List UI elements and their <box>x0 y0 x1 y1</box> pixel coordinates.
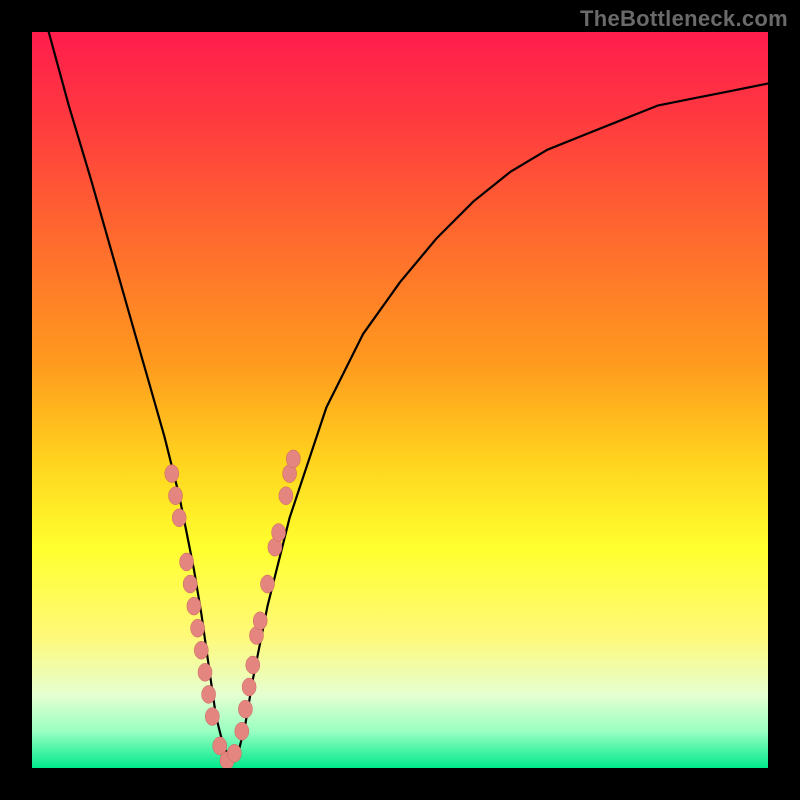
right-branch-point <box>279 487 293 505</box>
left-branch-point <box>180 553 194 571</box>
left-branch-point <box>198 663 212 681</box>
right-branch-point <box>235 722 249 740</box>
right-branch-point <box>242 678 256 696</box>
left-branch-point <box>172 509 186 527</box>
right-branch-point <box>238 700 252 718</box>
left-branch-point <box>202 685 216 703</box>
plot-area <box>32 32 768 768</box>
right-branch-point <box>286 450 300 468</box>
left-branch-point <box>187 597 201 615</box>
left-branch-point <box>194 641 208 659</box>
right-branch-point <box>253 612 267 630</box>
chart-frame: TheBottleneck.com <box>0 0 800 800</box>
data-markers <box>165 450 300 768</box>
watermark-text: TheBottleneck.com <box>580 6 788 32</box>
valley-point <box>227 744 241 762</box>
left-branch-point <box>169 487 183 505</box>
left-branch-point <box>205 708 219 726</box>
right-branch-point <box>246 656 260 674</box>
left-branch-point <box>183 575 197 593</box>
left-branch-point <box>165 465 179 483</box>
right-branch-point <box>261 575 275 593</box>
bottleneck-curve <box>32 32 768 761</box>
left-branch-point <box>191 619 205 637</box>
curve-layer <box>32 32 768 768</box>
right-branch-point <box>272 524 286 542</box>
